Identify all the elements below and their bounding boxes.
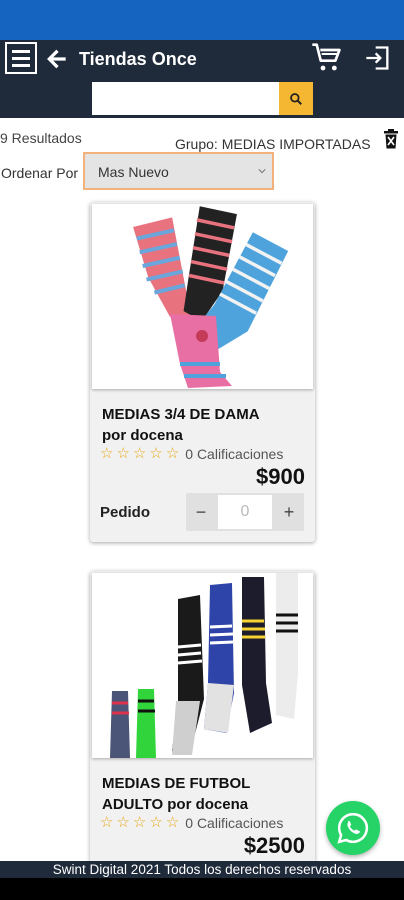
product-name[interactable]: MEDIAS DE FUTBOL ADULTO por docena — [102, 773, 302, 815]
search-button[interactable] — [279, 82, 313, 115]
whatsapp-button[interactable] — [326, 801, 380, 855]
status-bar — [0, 0, 404, 40]
product-card[interactable]: MEDIAS DE FUTBOL ADULTO por docena ☆ ☆ ☆… — [90, 571, 315, 871]
rating-stars: ☆ ☆ ☆ ☆ ☆ — [100, 815, 179, 831]
cart-icon[interactable] — [310, 42, 344, 74]
product-rating: ☆ ☆ ☆ ☆ ☆ 0 Calificaciones — [100, 815, 284, 832]
star-outline-icon: ☆ — [165, 814, 180, 831]
decrement-button[interactable]: − — [186, 493, 216, 531]
order-label: Pedido — [100, 504, 151, 521]
sort-label: Ordenar Por — [1, 165, 79, 181]
app-title: Tiendas Once — [79, 49, 197, 69]
star-outline-icon: ☆ — [100, 814, 114, 831]
sort-select[interactable]: Mas Nuevo — [83, 152, 274, 190]
app-header: Tiendas Once — [0, 40, 404, 118]
product-price: $900 — [256, 464, 305, 489]
star-outline-icon: ☆ — [132, 445, 147, 462]
star-outline-icon: ☆ — [116, 445, 130, 462]
footer-text: Swint Digital 2021 Todos los derechos re… — [52, 862, 352, 877]
product-name-line: ADULTO por docena — [102, 796, 249, 813]
rating-stars: ☆ ☆ ☆ ☆ ☆ — [100, 446, 179, 462]
results-count: 9 Resultados — [0, 130, 82, 146]
product-price: $2500 — [243, 833, 305, 858]
product-image[interactable] — [92, 573, 313, 758]
group-filter-label: Grupo: MEDIAS IMPORTADAS — [175, 136, 371, 152]
menu-icon[interactable] — [5, 42, 37, 74]
product-name-line: por docena — [102, 427, 183, 444]
star-outline-icon: ☆ — [165, 445, 180, 462]
star-outline-icon: ☆ — [116, 814, 130, 831]
logout-icon[interactable] — [363, 44, 393, 72]
product-name-line: MEDIAS DE FUTBOL — [102, 775, 251, 792]
search-bar — [92, 82, 313, 115]
rating-count: 0 Calificaciones — [185, 815, 284, 831]
product-image[interactable] — [92, 204, 313, 389]
sort-selected-value: Mas Nuevo — [98, 164, 169, 180]
footer: Swint Digital 2021 Todos los derechos re… — [0, 861, 404, 900]
quantity-input[interactable]: 0 — [218, 495, 272, 529]
product-rating: ☆ ☆ ☆ ☆ ☆ 0 Calificaciones — [100, 446, 284, 463]
increment-button[interactable]: + — [274, 493, 304, 531]
star-outline-icon: ☆ — [149, 445, 163, 462]
search-input[interactable] — [92, 82, 280, 115]
trash-icon[interactable] — [383, 129, 399, 149]
search-icon — [290, 92, 302, 105]
product-card[interactable]: MEDIAS 3/4 DE DAMA por docena ☆ ☆ ☆ ☆ ☆ … — [90, 202, 315, 542]
quantity-stepper: − 0 + — [186, 493, 304, 531]
star-outline-icon: ☆ — [100, 445, 114, 462]
whatsapp-icon — [337, 812, 369, 844]
product-name[interactable]: MEDIAS 3/4 DE DAMA por docena — [102, 404, 302, 446]
chevron-down-icon — [258, 169, 266, 174]
star-outline-icon: ☆ — [132, 814, 147, 831]
star-outline-icon: ☆ — [149, 814, 163, 831]
rating-count: 0 Calificaciones — [185, 446, 284, 462]
product-name-line: MEDIAS 3/4 DE DAMA — [102, 406, 260, 423]
arrow-left-icon[interactable] — [44, 46, 70, 72]
